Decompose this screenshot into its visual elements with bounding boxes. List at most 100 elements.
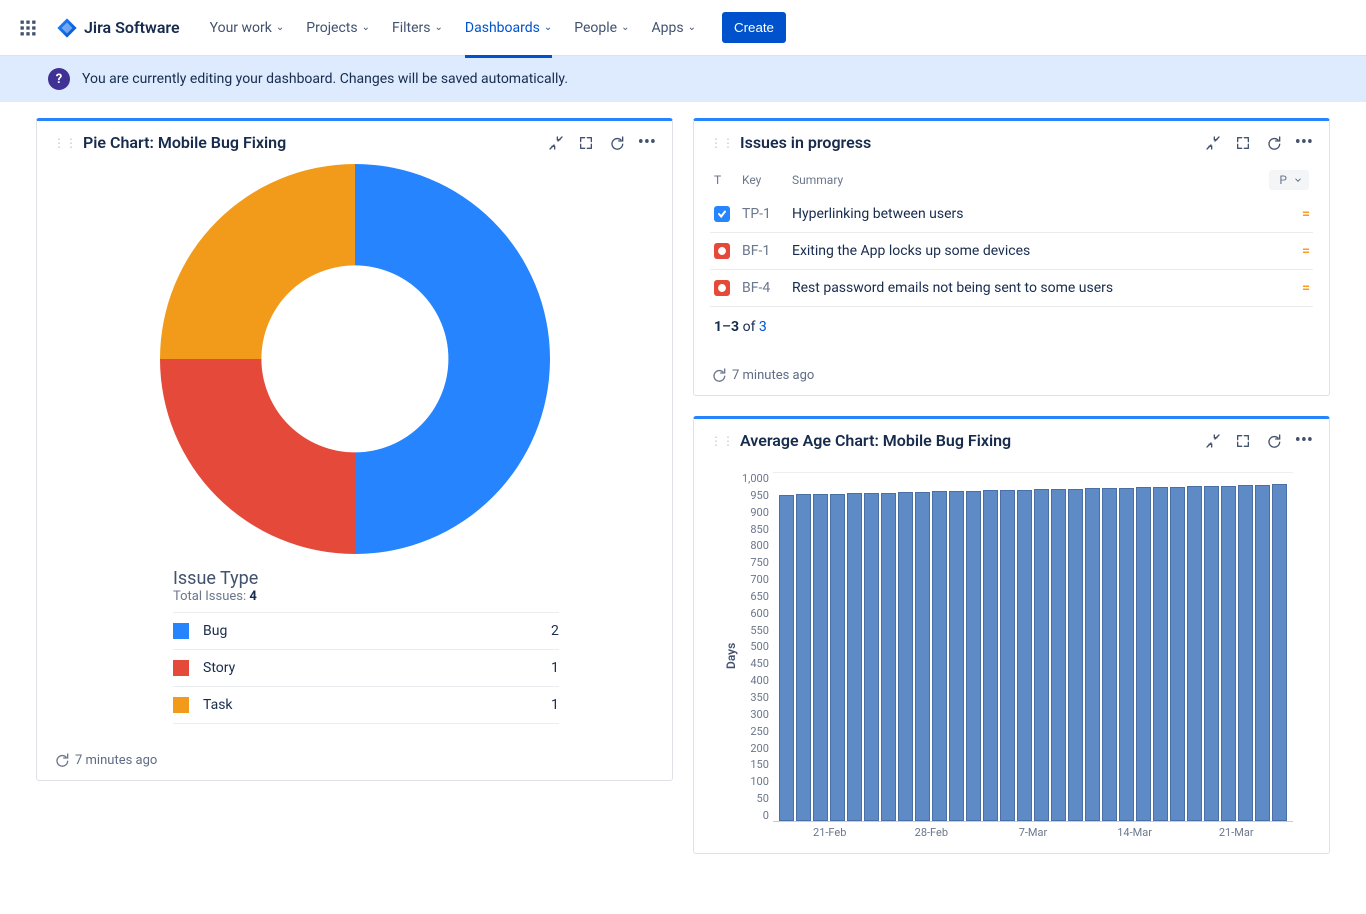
table-row[interactable]: BF-1 Exiting the App locks up some devic…: [710, 233, 1313, 270]
more-icon[interactable]: •••: [638, 135, 656, 151]
bar: [881, 493, 896, 822]
gadget-footer: 7 minutes ago: [694, 355, 1329, 395]
bar: [1238, 485, 1253, 821]
bug-icon: [714, 243, 730, 259]
bar: [1136, 487, 1151, 821]
issue-key: BF-4: [742, 280, 792, 296]
col-summary[interactable]: Summary: [792, 173, 1269, 187]
refresh-small-icon: [53, 752, 69, 768]
nav-item-filters[interactable]: Filters⌄: [382, 14, 453, 42]
col-key[interactable]: Key: [742, 173, 792, 187]
bar: [796, 494, 811, 821]
priority-icon: =: [1269, 280, 1309, 296]
bar: [847, 493, 862, 821]
info-icon: ?: [48, 68, 70, 90]
nav-item-your-work[interactable]: Your work⌄: [200, 14, 295, 42]
bar: [1187, 486, 1202, 821]
drag-handle-icon[interactable]: ⋮⋮: [47, 136, 83, 150]
paging: 1–3 of 3: [710, 307, 1313, 339]
more-icon[interactable]: •••: [1295, 135, 1313, 151]
gadget-footer: 7 minutes ago: [37, 740, 672, 780]
bar: [898, 492, 913, 821]
color-swatch: [173, 660, 189, 676]
bar: [1119, 488, 1134, 821]
bar: [1272, 484, 1287, 821]
donut-chart: [160, 164, 550, 554]
legend-row[interactable]: Task 1: [173, 687, 559, 724]
bar: [1204, 486, 1219, 821]
bar-chart: Days 1,000950900850800750700650600550500…: [710, 462, 1313, 849]
editing-banner: ? You are currently editing your dashboa…: [0, 56, 1366, 102]
bar: [949, 491, 964, 821]
issue-key: BF-1: [742, 243, 792, 259]
gadget-issues-in-progress: ⋮⋮ Issues in progress ••• T Key Summary …: [693, 118, 1330, 396]
refresh-icon[interactable]: [608, 135, 624, 151]
refresh-icon[interactable]: [1265, 433, 1281, 449]
bar: [1255, 485, 1270, 821]
y-axis-ticks: 1,00095090085080075070065060055050045040…: [742, 472, 773, 822]
bar: [779, 495, 794, 821]
refresh-icon[interactable]: [1265, 135, 1281, 151]
bar: [1051, 489, 1066, 821]
legend-row[interactable]: Bug 2: [173, 612, 559, 650]
maximize-icon[interactable]: [1235, 433, 1251, 449]
legend-label: Bug: [203, 623, 551, 639]
table-header: T Key Summary P: [710, 164, 1313, 196]
bar: [932, 491, 947, 821]
gadget-title: Issues in progress: [740, 133, 1205, 152]
bar: [830, 494, 845, 821]
minimize-icon[interactable]: [548, 135, 564, 151]
priority-icon: =: [1269, 243, 1309, 259]
table-row[interactable]: TP-1 Hyperlinking between users =: [710, 196, 1313, 233]
color-swatch: [173, 697, 189, 713]
updated-text: 7 minutes ago: [732, 368, 814, 383]
nav-item-projects[interactable]: Projects⌄: [296, 14, 380, 42]
table-row[interactable]: BF-4 Rest password emails not being sent…: [710, 270, 1313, 307]
nav-items: Your work⌄Projects⌄Filters⌄Dashboards⌄Pe…: [200, 14, 706, 42]
task-icon: [714, 206, 730, 222]
product-logo[interactable]: Jira Software: [48, 17, 188, 39]
chevron-down-icon: ⌄: [688, 22, 696, 33]
legend-label: Task: [203, 697, 551, 713]
col-priority[interactable]: P: [1269, 170, 1309, 190]
more-icon[interactable]: •••: [1295, 433, 1313, 449]
minimize-icon[interactable]: [1205, 433, 1221, 449]
product-name: Jira Software: [84, 18, 180, 37]
bar: [1153, 487, 1168, 821]
gadget-title: Average Age Chart: Mobile Bug Fixing: [740, 431, 1205, 450]
bar: [915, 492, 930, 821]
banner-text: You are currently editing your dashboard…: [82, 71, 568, 87]
legend-subtitle: Total Issues: 4: [173, 589, 559, 604]
drag-handle-icon[interactable]: ⋮⋮: [704, 434, 740, 448]
bar: [1068, 489, 1083, 821]
bar: [983, 490, 998, 821]
maximize-icon[interactable]: [1235, 135, 1251, 151]
nav-item-people[interactable]: People⌄: [564, 14, 639, 42]
create-button[interactable]: Create: [722, 12, 786, 43]
legend-value: 2: [551, 623, 559, 639]
issue-summary: Rest password emails not being sent to s…: [792, 280, 1269, 296]
app-switcher-icon[interactable]: [12, 12, 44, 44]
drag-handle-icon[interactable]: ⋮⋮: [704, 136, 740, 150]
col-type[interactable]: T: [714, 173, 742, 187]
issue-summary: Exiting the App locks up some devices: [792, 243, 1269, 259]
legend-label: Story: [203, 660, 551, 676]
chevron-down-icon: ⌄: [435, 22, 443, 33]
nav-item-dashboards[interactable]: Dashboards⌄: [455, 14, 562, 42]
updated-text: 7 minutes ago: [75, 753, 157, 768]
legend-row[interactable]: Story 1: [173, 650, 559, 687]
chevron-down-icon: ⌄: [621, 22, 629, 33]
gadget-title: Pie Chart: Mobile Bug Fixing: [83, 133, 548, 152]
bar: [1221, 486, 1236, 821]
minimize-icon[interactable]: [1205, 135, 1221, 151]
bar: [864, 493, 879, 821]
nav-item-apps[interactable]: Apps⌄: [641, 14, 705, 42]
chevron-down-icon: ⌄: [362, 22, 370, 33]
chevron-down-icon: ⌄: [276, 22, 284, 33]
bar: [1017, 490, 1032, 821]
legend-title: Issue Type: [173, 568, 559, 589]
bar: [1102, 488, 1117, 821]
refresh-small-icon: [710, 367, 726, 383]
maximize-icon[interactable]: [578, 135, 594, 151]
gadget-average-age-chart: ⋮⋮ Average Age Chart: Mobile Bug Fixing …: [693, 416, 1330, 854]
